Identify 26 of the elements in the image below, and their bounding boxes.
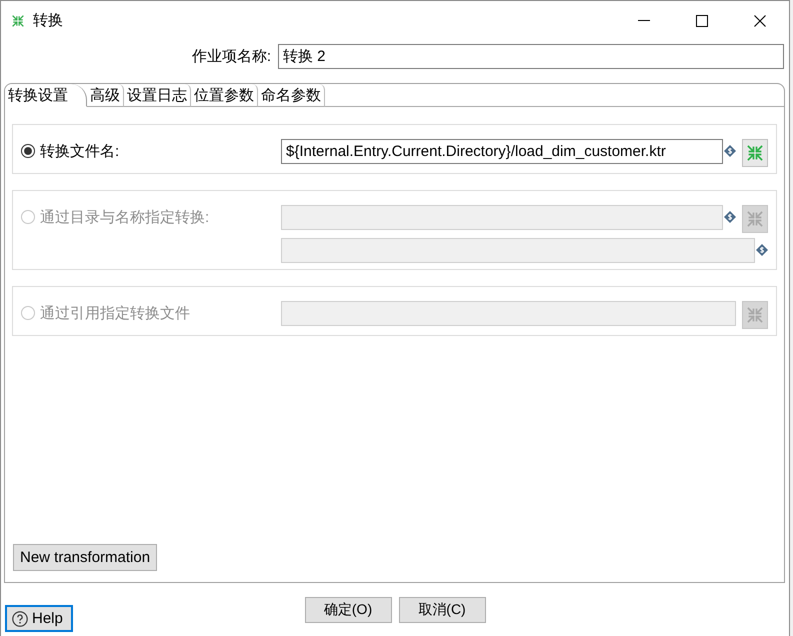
help-icon [12,610,28,626]
radio-button[interactable] [21,144,35,158]
new-transformation-button[interactable]: New transformation [13,544,158,571]
tab[interactable]: 设置日志 [124,84,191,107]
arrows-inward-icon [747,307,763,323]
job-name-label: 作业项名称: [192,47,271,66]
maximize-icon [696,14,708,26]
minimize-icon [638,20,650,21]
close-icon [754,14,766,26]
help-button[interactable]: Help [5,605,73,632]
tab[interactable]: 位置参数 [191,84,258,107]
radio-label: 通过目录与名称指定转换: [40,208,210,226]
input-field[interactable]: ${Internal.Entry.Current.Directory}/load_dim_customer.ktr [281,139,723,164]
dialog-button[interactable]: 确定(O) [304,597,392,623]
tab[interactable]: 高级 [87,84,124,107]
radio-label: 通过引用指定转换文件 [40,304,190,322]
dialog-button[interactable]: 取消(C) [398,597,486,623]
arrows-inward-icon [747,145,763,161]
window-title: 转换 [33,11,63,30]
tab[interactable]: 转换设置 [5,84,87,107]
browse-button[interactable] [742,139,768,167]
job-name-field[interactable]: 转换 2 [278,44,784,69]
arrows-inward-icon [747,211,763,227]
tab[interactable]: 命名参数 [258,84,325,107]
arrows-inward-icon [12,14,24,26]
radio-label: 转换文件名: [40,142,120,160]
